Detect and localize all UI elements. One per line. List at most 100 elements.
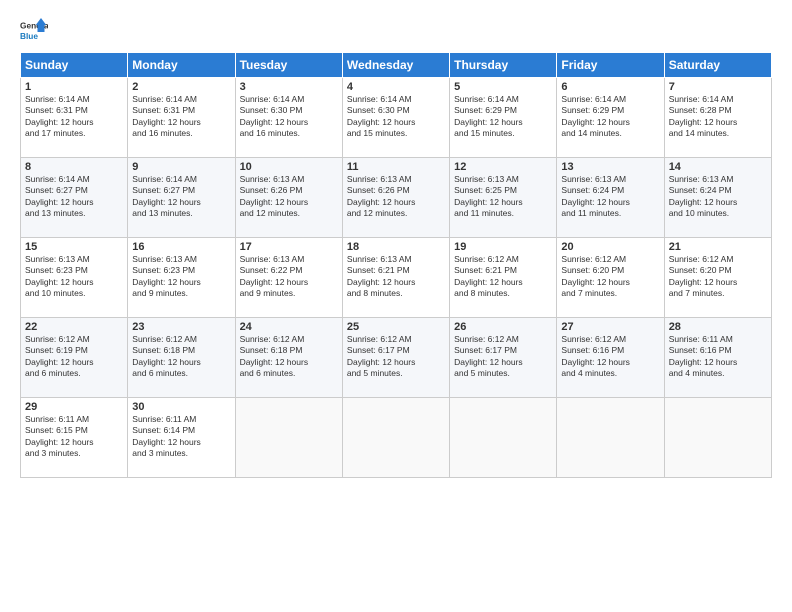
day-info: Sunrise: 6:12 AM Sunset: 6:20 PM Dayligh…	[669, 254, 767, 300]
calendar-cell: 30 Sunrise: 6:11 AM Sunset: 6:14 PM Dayl…	[128, 398, 235, 478]
calendar-cell: 16 Sunrise: 6:13 AM Sunset: 6:23 PM Dayl…	[128, 238, 235, 318]
calendar-cell: 21 Sunrise: 6:12 AM Sunset: 6:20 PM Dayl…	[664, 238, 771, 318]
logo: General Blue	[20, 18, 48, 46]
day-info: Sunrise: 6:13 AM Sunset: 6:23 PM Dayligh…	[132, 254, 230, 300]
day-number: 15	[25, 241, 123, 253]
day-info: Sunrise: 6:12 AM Sunset: 6:19 PM Dayligh…	[25, 334, 123, 380]
day-number: 28	[669, 321, 767, 333]
day-info: Sunrise: 6:11 AM Sunset: 6:14 PM Dayligh…	[132, 414, 230, 460]
calendar-cell	[557, 398, 664, 478]
day-info: Sunrise: 6:13 AM Sunset: 6:24 PM Dayligh…	[561, 174, 659, 220]
calendar-cell: 11 Sunrise: 6:13 AM Sunset: 6:26 PM Dayl…	[342, 158, 449, 238]
day-number: 8	[25, 161, 123, 173]
day-info: Sunrise: 6:13 AM Sunset: 6:23 PM Dayligh…	[25, 254, 123, 300]
calendar-cell: 2 Sunrise: 6:14 AM Sunset: 6:31 PM Dayli…	[128, 78, 235, 158]
calendar-cell: 24 Sunrise: 6:12 AM Sunset: 6:18 PM Dayl…	[235, 318, 342, 398]
day-info: Sunrise: 6:13 AM Sunset: 6:26 PM Dayligh…	[347, 174, 445, 220]
day-info: Sunrise: 6:14 AM Sunset: 6:29 PM Dayligh…	[454, 94, 552, 140]
calendar-cell: 26 Sunrise: 6:12 AM Sunset: 6:17 PM Dayl…	[450, 318, 557, 398]
day-info: Sunrise: 6:12 AM Sunset: 6:18 PM Dayligh…	[132, 334, 230, 380]
day-info: Sunrise: 6:14 AM Sunset: 6:30 PM Dayligh…	[347, 94, 445, 140]
day-number: 4	[347, 81, 445, 93]
day-info: Sunrise: 6:14 AM Sunset: 6:27 PM Dayligh…	[25, 174, 123, 220]
calendar-cell: 20 Sunrise: 6:12 AM Sunset: 6:20 PM Dayl…	[557, 238, 664, 318]
day-number: 11	[347, 161, 445, 173]
day-info: Sunrise: 6:14 AM Sunset: 6:29 PM Dayligh…	[561, 94, 659, 140]
calendar-cell: 23 Sunrise: 6:12 AM Sunset: 6:18 PM Dayl…	[128, 318, 235, 398]
calendar-cell	[664, 398, 771, 478]
day-info: Sunrise: 6:13 AM Sunset: 6:24 PM Dayligh…	[669, 174, 767, 220]
day-number: 2	[132, 81, 230, 93]
day-info: Sunrise: 6:14 AM Sunset: 6:31 PM Dayligh…	[132, 94, 230, 140]
day-info: Sunrise: 6:12 AM Sunset: 6:20 PM Dayligh…	[561, 254, 659, 300]
day-info: Sunrise: 6:12 AM Sunset: 6:17 PM Dayligh…	[454, 334, 552, 380]
calendar-header-friday: Friday	[557, 53, 664, 78]
day-number: 24	[240, 321, 338, 333]
calendar-cell: 17 Sunrise: 6:13 AM Sunset: 6:22 PM Dayl…	[235, 238, 342, 318]
day-info: Sunrise: 6:14 AM Sunset: 6:28 PM Dayligh…	[669, 94, 767, 140]
day-info: Sunrise: 6:11 AM Sunset: 6:16 PM Dayligh…	[669, 334, 767, 380]
day-number: 25	[347, 321, 445, 333]
day-number: 10	[240, 161, 338, 173]
calendar-cell: 29 Sunrise: 6:11 AM Sunset: 6:15 PM Dayl…	[21, 398, 128, 478]
day-number: 26	[454, 321, 552, 333]
calendar-header-thursday: Thursday	[450, 53, 557, 78]
calendar-cell	[235, 398, 342, 478]
day-number: 29	[25, 401, 123, 413]
calendar-cell: 4 Sunrise: 6:14 AM Sunset: 6:30 PM Dayli…	[342, 78, 449, 158]
calendar-cell	[342, 398, 449, 478]
day-number: 3	[240, 81, 338, 93]
calendar-cell: 5 Sunrise: 6:14 AM Sunset: 6:29 PM Dayli…	[450, 78, 557, 158]
calendar-cell: 19 Sunrise: 6:12 AM Sunset: 6:21 PM Dayl…	[450, 238, 557, 318]
calendar-cell: 14 Sunrise: 6:13 AM Sunset: 6:24 PM Dayl…	[664, 158, 771, 238]
day-info: Sunrise: 6:13 AM Sunset: 6:21 PM Dayligh…	[347, 254, 445, 300]
day-number: 7	[669, 81, 767, 93]
calendar-header-tuesday: Tuesday	[235, 53, 342, 78]
day-number: 16	[132, 241, 230, 253]
day-number: 22	[25, 321, 123, 333]
day-number: 14	[669, 161, 767, 173]
day-info: Sunrise: 6:12 AM Sunset: 6:18 PM Dayligh…	[240, 334, 338, 380]
svg-text:Blue: Blue	[20, 31, 38, 41]
day-number: 18	[347, 241, 445, 253]
calendar-cell: 6 Sunrise: 6:14 AM Sunset: 6:29 PM Dayli…	[557, 78, 664, 158]
day-number: 5	[454, 81, 552, 93]
day-number: 21	[669, 241, 767, 253]
day-number: 27	[561, 321, 659, 333]
day-info: Sunrise: 6:11 AM Sunset: 6:15 PM Dayligh…	[25, 414, 123, 460]
calendar-cell: 8 Sunrise: 6:14 AM Sunset: 6:27 PM Dayli…	[21, 158, 128, 238]
calendar-cell: 1 Sunrise: 6:14 AM Sunset: 6:31 PM Dayli…	[21, 78, 128, 158]
day-number: 19	[454, 241, 552, 253]
calendar-header-monday: Monday	[128, 53, 235, 78]
day-number: 9	[132, 161, 230, 173]
calendar-cell: 25 Sunrise: 6:12 AM Sunset: 6:17 PM Dayl…	[342, 318, 449, 398]
day-number: 30	[132, 401, 230, 413]
calendar-header-saturday: Saturday	[664, 53, 771, 78]
day-number: 13	[561, 161, 659, 173]
day-info: Sunrise: 6:12 AM Sunset: 6:17 PM Dayligh…	[347, 334, 445, 380]
calendar-cell: 12 Sunrise: 6:13 AM Sunset: 6:25 PM Dayl…	[450, 158, 557, 238]
day-number: 1	[25, 81, 123, 93]
day-number: 20	[561, 241, 659, 253]
day-info: Sunrise: 6:14 AM Sunset: 6:31 PM Dayligh…	[25, 94, 123, 140]
day-info: Sunrise: 6:12 AM Sunset: 6:16 PM Dayligh…	[561, 334, 659, 380]
calendar-cell: 7 Sunrise: 6:14 AM Sunset: 6:28 PM Dayli…	[664, 78, 771, 158]
calendar-header-wednesday: Wednesday	[342, 53, 449, 78]
calendar-cell: 10 Sunrise: 6:13 AM Sunset: 6:26 PM Dayl…	[235, 158, 342, 238]
calendar-cell	[450, 398, 557, 478]
day-info: Sunrise: 6:14 AM Sunset: 6:27 PM Dayligh…	[132, 174, 230, 220]
calendar-table: SundayMondayTuesdayWednesdayThursdayFrid…	[20, 52, 772, 478]
day-number: 23	[132, 321, 230, 333]
calendar-header-sunday: Sunday	[21, 53, 128, 78]
calendar-cell: 13 Sunrise: 6:13 AM Sunset: 6:24 PM Dayl…	[557, 158, 664, 238]
calendar-cell: 3 Sunrise: 6:14 AM Sunset: 6:30 PM Dayli…	[235, 78, 342, 158]
calendar-cell: 27 Sunrise: 6:12 AM Sunset: 6:16 PM Dayl…	[557, 318, 664, 398]
day-number: 17	[240, 241, 338, 253]
calendar-cell: 9 Sunrise: 6:14 AM Sunset: 6:27 PM Dayli…	[128, 158, 235, 238]
day-info: Sunrise: 6:14 AM Sunset: 6:30 PM Dayligh…	[240, 94, 338, 140]
calendar-cell: 28 Sunrise: 6:11 AM Sunset: 6:16 PM Dayl…	[664, 318, 771, 398]
day-number: 6	[561, 81, 659, 93]
day-info: Sunrise: 6:12 AM Sunset: 6:21 PM Dayligh…	[454, 254, 552, 300]
calendar-cell: 15 Sunrise: 6:13 AM Sunset: 6:23 PM Dayl…	[21, 238, 128, 318]
day-number: 12	[454, 161, 552, 173]
